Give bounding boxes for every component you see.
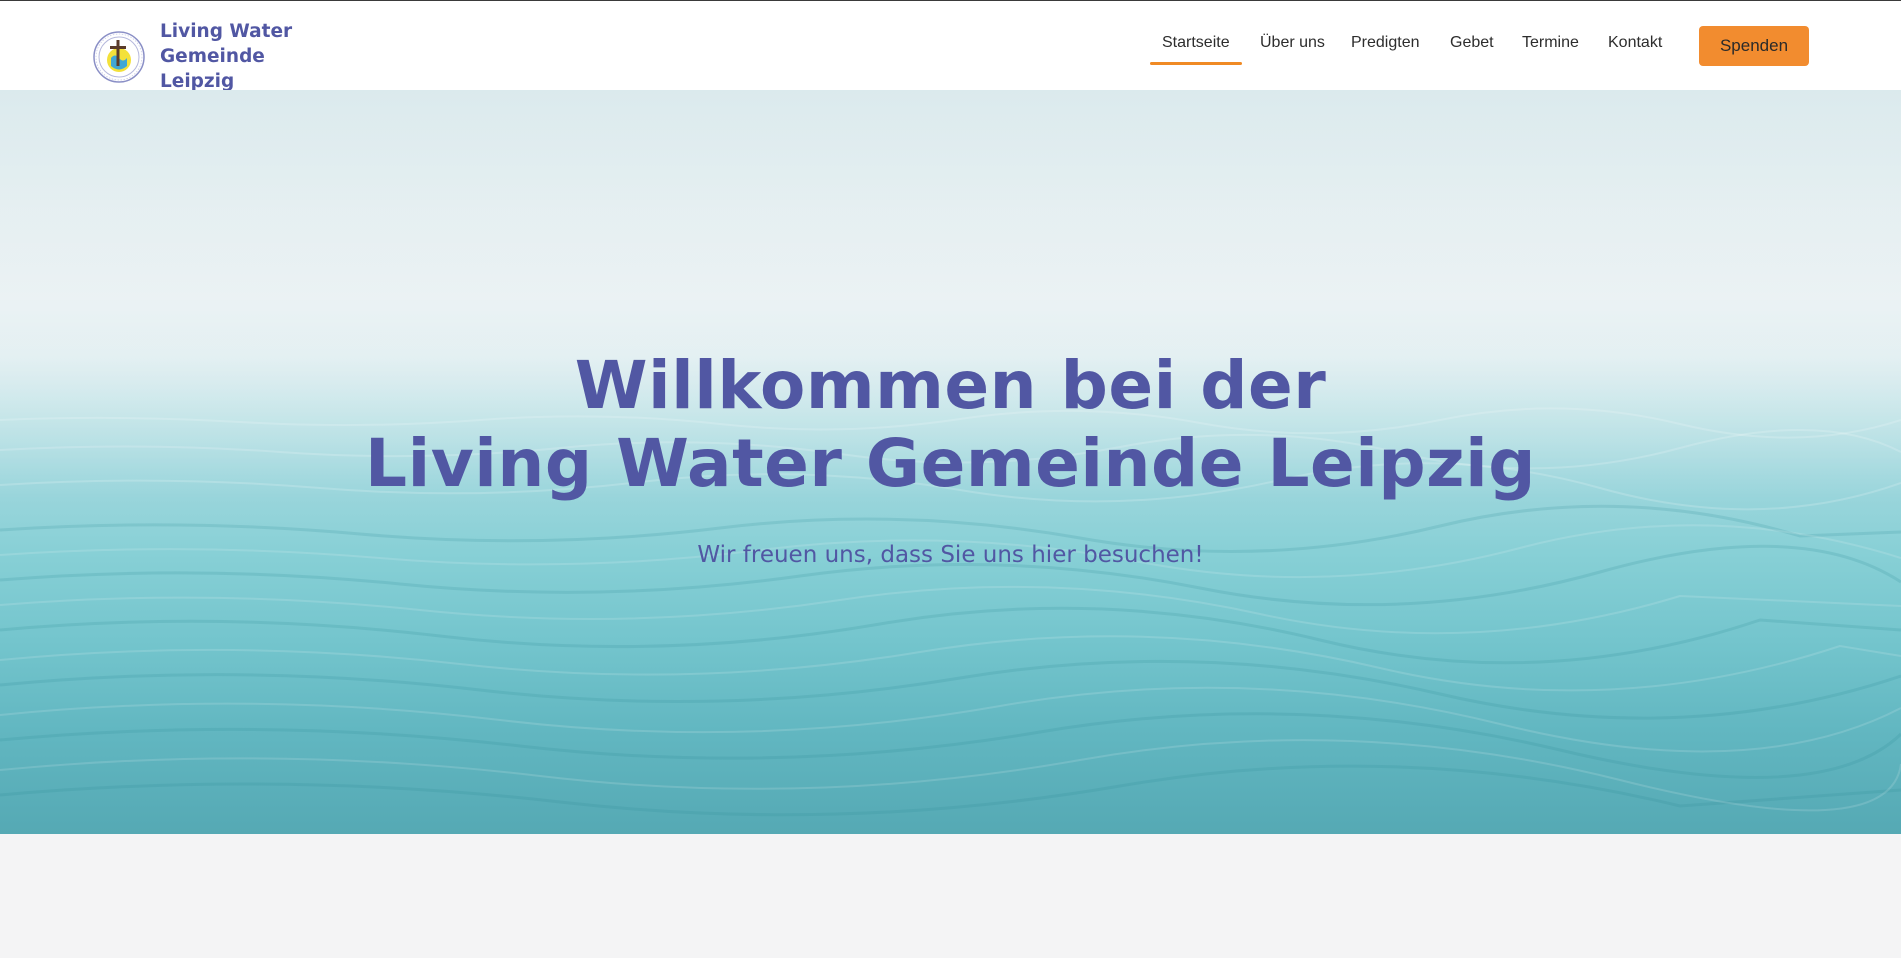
nav-item-gebet[interactable]: Gebet <box>1450 34 1494 52</box>
church-seal-logo-icon <box>93 30 145 83</box>
brand-home-link[interactable]: Living Water Gemeinde Leipzig <box>93 19 400 94</box>
nav-item-termine[interactable]: Termine <box>1522 34 1579 52</box>
content-section <box>0 834 1901 958</box>
nav-item-startseite[interactable]: Startseite <box>1150 34 1242 65</box>
nav-item-ueber-uns[interactable]: Über uns <box>1260 34 1325 52</box>
site-header: Living Water Gemeinde Leipzig Startseite… <box>0 1 1901 92</box>
hero-subtitle: Wir freuen uns, dass Sie uns hier besuch… <box>697 542 1204 568</box>
brand-name-line1: Living Water Gemeinde <box>160 21 293 67</box>
hero-title-line1: Willkommen bei der <box>574 347 1327 424</box>
nav-item-predigten[interactable]: Predigten <box>1351 34 1420 52</box>
hero-section: Willkommen bei der Living Water Gemeinde… <box>0 90 1901 834</box>
hero-title-line2: Living Water Gemeinde Leipzig <box>365 425 1536 502</box>
nav-item-kontakt[interactable]: Kontakt <box>1608 34 1662 52</box>
brand-name: Living Water Gemeinde Leipzig <box>160 19 400 94</box>
donate-button[interactable]: Spenden <box>1699 26 1809 66</box>
